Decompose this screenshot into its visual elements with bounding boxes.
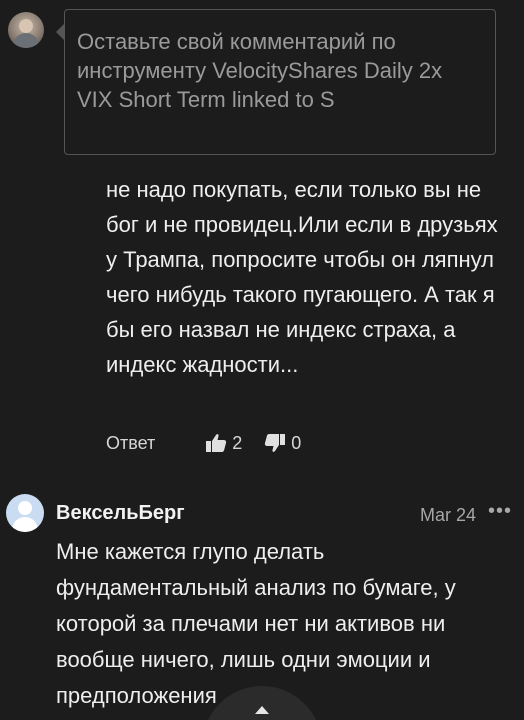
like-count: 2: [232, 432, 243, 453]
user-avatar[interactable]: [6, 494, 44, 532]
current-user-avatar: [8, 12, 44, 48]
reply-comment-text: не надо покупать, если только вы не бог …: [106, 177, 498, 377]
post-date: Mar 24: [419, 505, 476, 525]
comment-input[interactable]: Оставьте свой комментарий по инструменту…: [56, 9, 496, 155]
post-comment-text: Мне кажется глупо делать фундаментальный…: [56, 539, 456, 708]
reply-button[interactable]: Ответ: [106, 433, 155, 454]
comments-page: Оставьте свой комментарий по инструменту…: [0, 0, 524, 720]
thumbs-up-icon: [206, 434, 227, 452]
comment-actions: Ответ 2 0: [106, 428, 323, 458]
post-username[interactable]: ВексельБерг: [56, 502, 185, 525]
thumbs-down-icon: [265, 434, 286, 452]
chevron-up-icon: [255, 706, 269, 714]
more-options-button[interactable]: •••: [488, 500, 512, 523]
comment-input-placeholder: Оставьте свой комментарий по инструменту…: [77, 29, 443, 112]
dislike-count: 0: [291, 432, 302, 453]
like-button[interactable]: 2: [205, 433, 242, 454]
dislike-button[interactable]: 0: [264, 433, 301, 454]
